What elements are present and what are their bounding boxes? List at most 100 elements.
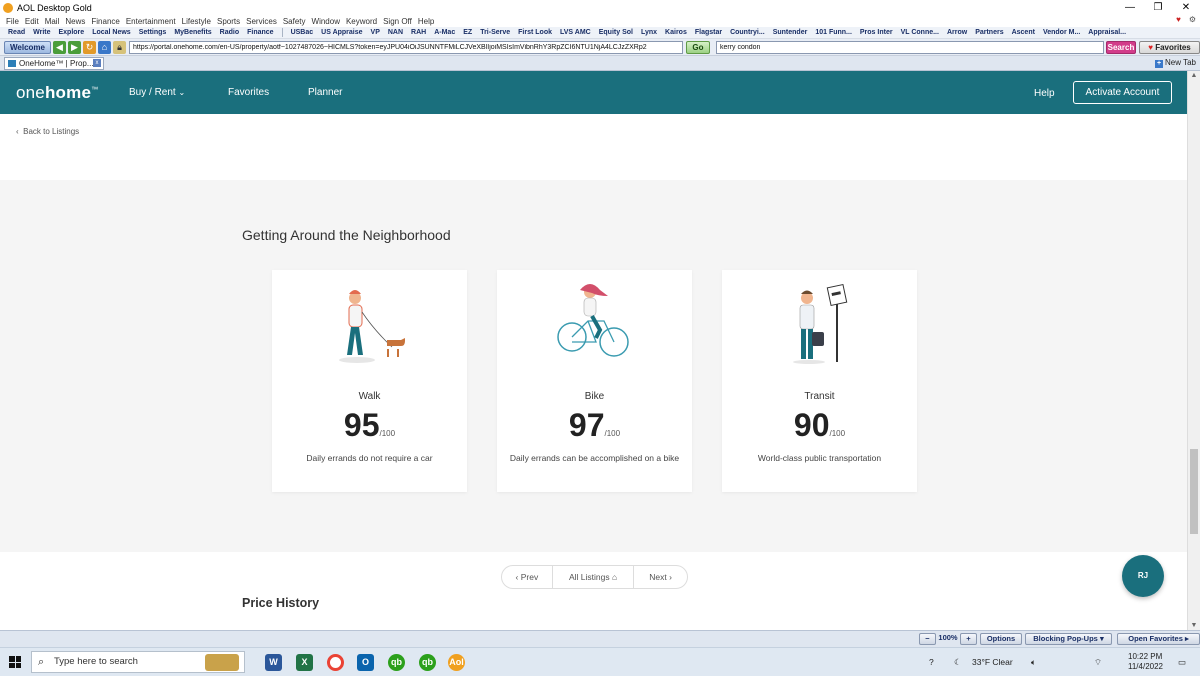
quickbooks-icon[interactable]: qb bbox=[419, 654, 436, 671]
aol-search-input[interactable] bbox=[715, 40, 1104, 54]
fav-local-news[interactable]: Local News bbox=[92, 29, 131, 36]
fav-us-appraise[interactable]: US Appraise bbox=[321, 29, 362, 36]
fav-101-funn[interactable]: 101 Funn... bbox=[815, 29, 852, 36]
menu-keyword[interactable]: Keyword bbox=[346, 17, 377, 26]
weather-text[interactable]: 33°F Clear bbox=[972, 648, 1013, 676]
nav-buy-rent[interactable]: Buy / Rent ⌄ bbox=[129, 87, 185, 98]
fav-rah[interactable]: RAH bbox=[411, 29, 426, 36]
commuter-at-bus-stop-illustration bbox=[793, 283, 848, 364]
blocking-popups-button[interactable]: Blocking Pop-Ups ▾ bbox=[1025, 633, 1112, 645]
menu-edit[interactable]: Edit bbox=[25, 17, 39, 26]
fav-partners[interactable]: Partners bbox=[975, 29, 1003, 36]
fav-kairos[interactable]: Kairos bbox=[665, 29, 687, 36]
home-icon[interactable]: ⌂ bbox=[97, 40, 111, 54]
restore-icon[interactable]: ❐ bbox=[1144, 0, 1172, 15]
nav-help[interactable]: Help bbox=[1034, 88, 1055, 99]
nav-favorites[interactable]: Favorites bbox=[228, 87, 269, 98]
notification-icon[interactable]: ▭ bbox=[1178, 648, 1186, 676]
nav-planner[interactable]: Planner bbox=[308, 87, 342, 98]
page-scrollbar[interactable]: ▲ ▼ bbox=[1187, 71, 1200, 630]
welcome-button[interactable]: Welcome bbox=[4, 40, 51, 54]
menu-window[interactable]: Window bbox=[312, 17, 340, 26]
wifi-icon[interactable]: ⌔ bbox=[1094, 648, 1102, 676]
menu-news[interactable]: News bbox=[65, 17, 85, 26]
fav-suntender[interactable]: Suntender bbox=[773, 29, 808, 36]
fav-ez[interactable]: EZ bbox=[463, 29, 472, 36]
open-favorites-button[interactable]: Open Favorites ▸ bbox=[1117, 633, 1200, 645]
menu-mail[interactable]: Mail bbox=[45, 17, 60, 26]
back-icon[interactable]: ◀ bbox=[52, 40, 66, 54]
fav-lynx[interactable]: Lynx bbox=[641, 29, 657, 36]
fav-read[interactable]: Read bbox=[8, 29, 25, 36]
fav-pros-inter[interactable]: Pros Inter bbox=[860, 29, 893, 36]
search-button[interactable]: Search bbox=[1105, 40, 1136, 54]
menu-sports[interactable]: Sports bbox=[217, 17, 240, 26]
scroll-down-icon[interactable]: ▼ bbox=[1188, 622, 1200, 629]
refresh-icon[interactable]: ↻ bbox=[82, 40, 96, 54]
heart-icon[interactable]: ♥ bbox=[1176, 15, 1181, 24]
gear-icon[interactable]: ⚙ bbox=[1189, 15, 1196, 24]
fav-radio[interactable]: Radio bbox=[220, 29, 239, 36]
prev-button[interactable]: ‹ Prev bbox=[502, 566, 552, 588]
fav-vl-conne[interactable]: VL Conne... bbox=[901, 29, 939, 36]
back-to-listings-link[interactable]: ‹ Back to Listings bbox=[16, 127, 79, 136]
windows-start-icon[interactable] bbox=[9, 656, 21, 668]
outlook-icon[interactable]: O bbox=[357, 654, 374, 671]
menu-safety[interactable]: Safety bbox=[283, 17, 306, 26]
fav-first-look[interactable]: First Look bbox=[518, 29, 552, 36]
favorites-button[interactable]: ♥ Favorites bbox=[1138, 40, 1200, 54]
onehome-logo[interactable]: onehome™ bbox=[16, 83, 98, 103]
fav-tri-serve[interactable]: Tri-Serve bbox=[480, 29, 510, 36]
chrome-icon[interactable] bbox=[327, 654, 344, 671]
fav-lvs-amc[interactable]: LVS AMC bbox=[560, 29, 591, 36]
word-icon[interactable]: W bbox=[265, 654, 282, 671]
menu-services[interactable]: Services bbox=[246, 17, 277, 26]
fav-ascent[interactable]: Ascent bbox=[1012, 29, 1035, 36]
activate-account-button[interactable]: Activate Account bbox=[1073, 81, 1172, 104]
new-tab-button[interactable]: + New Tab bbox=[1155, 58, 1196, 68]
menu-file[interactable]: File bbox=[6, 17, 19, 26]
help-icon[interactable]: ? bbox=[929, 648, 934, 676]
minimize-icon[interactable]: — bbox=[1116, 0, 1144, 15]
zoom-out-icon[interactable]: − bbox=[919, 633, 936, 645]
fav-explore[interactable]: Explore bbox=[59, 29, 85, 36]
forward-icon[interactable]: ▶ bbox=[67, 40, 81, 54]
fav-vendor-m[interactable]: Vendor M... bbox=[1043, 29, 1080, 36]
fav-countryi[interactable]: Countryi... bbox=[730, 29, 765, 36]
fav-nan[interactable]: NAN bbox=[388, 29, 403, 36]
agent-avatar-button[interactable]: RJ bbox=[1122, 555, 1164, 597]
close-icon[interactable]: ✕ bbox=[1172, 0, 1200, 15]
fav-write[interactable]: Write bbox=[33, 29, 50, 36]
next-button[interactable]: Next › bbox=[634, 566, 687, 588]
fav-appraisal[interactable]: Appraisal... bbox=[1088, 29, 1126, 36]
menu-entertainment[interactable]: Entertainment bbox=[126, 17, 176, 26]
system-clock[interactable]: 10:22 PM 11/4/2022 bbox=[1128, 652, 1163, 672]
fav-equity-sol[interactable]: Equity Sol bbox=[599, 29, 633, 36]
scroll-up-icon[interactable]: ▲ bbox=[1188, 72, 1200, 79]
fav-finance[interactable]: Finance bbox=[247, 29, 273, 36]
menu-lifestyle[interactable]: Lifestyle bbox=[182, 17, 211, 26]
url-input[interactable] bbox=[128, 40, 683, 54]
options-button[interactable]: Options bbox=[980, 633, 1022, 645]
menu-finance[interactable]: Finance bbox=[91, 17, 119, 26]
fav-settings[interactable]: Settings bbox=[139, 29, 167, 36]
fav-flagstar[interactable]: Flagstar bbox=[695, 29, 722, 36]
aol-icon[interactable]: Aol bbox=[448, 654, 465, 671]
tab-onehome[interactable]: OneHome™ | Prop... x bbox=[4, 57, 104, 70]
fav-vp[interactable]: VP bbox=[371, 29, 380, 36]
window-title: AOL Desktop Gold bbox=[17, 2, 92, 13]
fav-a-mac[interactable]: A-Mac bbox=[434, 29, 455, 36]
scroll-thumb[interactable] bbox=[1190, 449, 1198, 534]
menu-sign-off[interactable]: Sign Off bbox=[383, 17, 412, 26]
menu-help[interactable]: Help bbox=[418, 17, 434, 26]
quickbooks-icon[interactable]: qb bbox=[388, 654, 405, 671]
fav-arrow[interactable]: Arrow bbox=[947, 29, 967, 36]
speaker-icon[interactable]: 🔈︎ bbox=[1031, 648, 1036, 676]
zoom-in-button[interactable]: + bbox=[960, 633, 977, 645]
all-listings-button[interactable]: All Listings ⌂ bbox=[553, 566, 634, 588]
tab-close-icon[interactable]: x bbox=[93, 59, 101, 67]
fav-usbac[interactable]: USBac bbox=[291, 29, 314, 36]
go-button[interactable]: Go bbox=[685, 40, 710, 54]
excel-icon[interactable]: X bbox=[296, 654, 313, 671]
fav-mybenefits[interactable]: MyBenefits bbox=[174, 29, 211, 36]
